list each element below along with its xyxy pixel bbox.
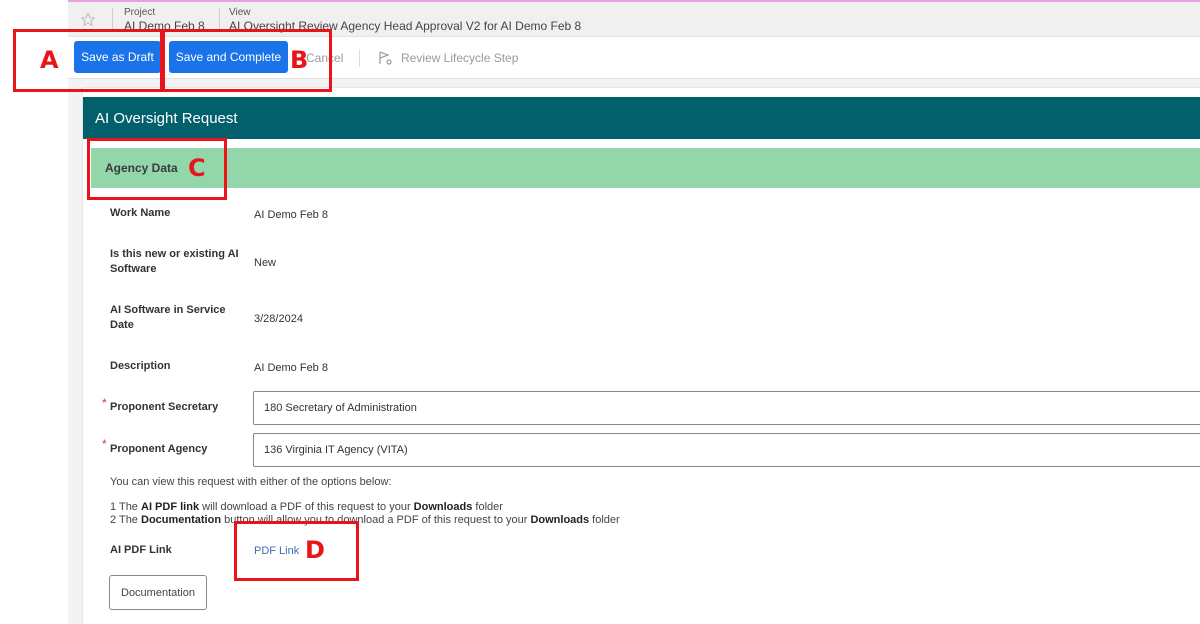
callout-box-c [87, 138, 227, 200]
in-service-date-label: AI Software in Service Date [110, 304, 226, 331]
ai-pdf-link-label: AI PDF Link [110, 544, 172, 556]
review-lifecycle-label: Review Lifecycle Step [401, 51, 519, 65]
required-marker: * [102, 437, 107, 451]
work-name-label: Work Name [110, 207, 171, 219]
new-existing-value: New [254, 257, 277, 269]
view-options-intro: You can view this request with either of… [110, 476, 392, 488]
view-label: View [229, 7, 251, 18]
view-option-1: 1 The AI PDF link will download a PDF of… [110, 501, 503, 513]
documentation-button[interactable]: Documentation [109, 575, 207, 610]
proponent-secretary-field[interactable]: 180 Secretary of Administration [253, 391, 1200, 425]
callout-box-a [13, 29, 165, 92]
proponent-agency-label: Proponent Agency [110, 443, 208, 455]
review-lifecycle-step-button[interactable]: Review Lifecycle Step [377, 50, 518, 66]
proponent-secretary-label: Proponent Secretary [110, 401, 219, 413]
callout-letter-d: D [305, 536, 325, 564]
callout-letter-c: C [188, 154, 206, 182]
new-existing-label: Is this new or existing AI Software [110, 248, 239, 275]
description-label: Description [110, 360, 171, 372]
proponent-agency-field[interactable]: 136 Virginia IT Agency (VITA) [253, 433, 1200, 467]
callout-box-d [234, 521, 359, 581]
toolbar-separator [359, 49, 360, 67]
screen: Project AI Demo Feb 8 View AI Oversight … [0, 0, 1200, 624]
section-header-agency-data[interactable]: Agency Data [91, 148, 1200, 188]
description-value: AI Demo Feb 8 [254, 362, 328, 374]
review-lifecycle-icon [377, 50, 393, 66]
star-icon[interactable] [80, 12, 96, 28]
project-label: Project [124, 7, 156, 18]
callout-letter-b: B [290, 46, 309, 74]
in-service-date-value: 3/28/2024 [254, 313, 303, 325]
callout-letter-a: A [40, 46, 59, 74]
work-name-value: AI Demo Feb 8 [254, 209, 328, 221]
required-marker: * [102, 396, 107, 410]
panel-title: AI Oversight Request [83, 97, 1200, 139]
view-option-2: 2 The Documentation button will allow yo… [110, 514, 620, 526]
